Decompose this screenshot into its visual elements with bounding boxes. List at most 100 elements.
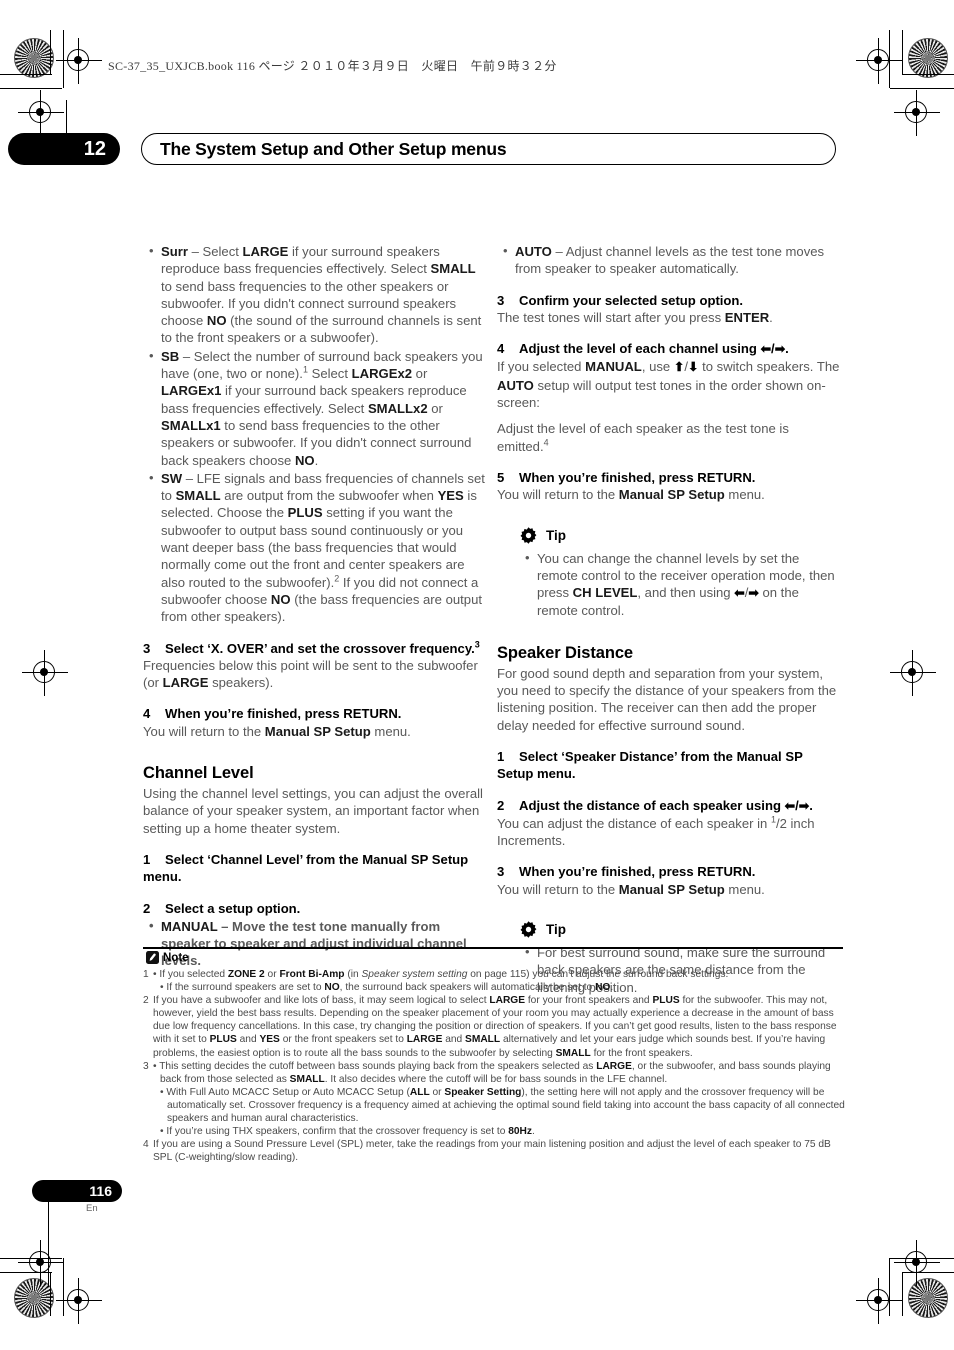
note-text: • This setting decides the cutoff betwee… bbox=[153, 1060, 845, 1139]
left-column: Surr – Select LARGE if your surround spe… bbox=[143, 242, 488, 971]
step-title: Confirm your selected setup option. bbox=[519, 292, 744, 308]
note-text: If you are using a Sound Pressure Level … bbox=[153, 1139, 831, 1164]
registration-cross-top-right bbox=[856, 38, 902, 84]
step-title: Select ‘Speaker Distance’ from the Manua… bbox=[497, 748, 803, 782]
step-body: You will return to the Manual SP Setup m… bbox=[143, 723, 411, 739]
step-4-return: 4 When you’re finished, press RETURN. You… bbox=[143, 705, 488, 740]
page-title: The System Setup and Other Setup menus bbox=[141, 133, 836, 165]
tip-bullet: You can change the channel levels by set… bbox=[519, 549, 842, 620]
note-item: 1 • If you selected ZONE 2 or Front Bi-A… bbox=[143, 968, 845, 994]
bullet-manual: MANUAL – Move the test tone manually fro… bbox=[143, 917, 488, 970]
note-index: 1 bbox=[143, 969, 149, 980]
registration-cross-left-upper bbox=[18, 90, 64, 136]
trim-line bbox=[889, 1258, 891, 1316]
note-item: 3 • This setting decides the cutoff betw… bbox=[143, 1060, 845, 1139]
note-item: 4 If you are using a Sound Pressure Leve… bbox=[143, 1138, 845, 1164]
step-body: The test tones will start after you pres… bbox=[497, 309, 773, 325]
step-title: When you’re finished, press RETURN. bbox=[519, 469, 756, 485]
step-body: Frequencies below this point will be sen… bbox=[143, 657, 478, 691]
section-intro-channel-level: Using the channel level settings, you ca… bbox=[143, 786, 483, 836]
note-heading: Note bbox=[146, 951, 189, 964]
step-2-select-setup-option: 2 Select a setup option. MANUAL – Move th… bbox=[143, 900, 488, 970]
trim-line bbox=[902, 1272, 954, 1274]
note-line: • This setting decides the cutoff betwee… bbox=[153, 1060, 831, 1085]
note-index: 3 bbox=[143, 1060, 149, 1072]
note-line: • With Full Auto MCACC Setup or Auto MCA… bbox=[160, 1086, 845, 1125]
step-5-return: 5 When you’re finished, press RETURN. You… bbox=[497, 469, 842, 504]
note-item: 2 If you have a subwoofer and like lots … bbox=[143, 994, 845, 1059]
bullet-auto: AUTO – Adjust channel levels as the test… bbox=[497, 242, 842, 278]
step-3-crossover: 3 Select ‘X. OVER’ and set the crossover … bbox=[143, 640, 488, 692]
gear-icon bbox=[519, 526, 538, 545]
tip-heading-channel-level: Tip bbox=[519, 526, 842, 545]
bullet-sb: SB – Select the number of surround back … bbox=[143, 347, 488, 469]
note-line: • If you selected ZONE 2 or Front Bi-Amp… bbox=[153, 969, 729, 980]
trim-line bbox=[0, 1258, 62, 1260]
registration-disc-top-left bbox=[14, 38, 54, 78]
step-number: 1 bbox=[497, 748, 505, 764]
step-body-secondary: Adjust the level of each speaker as the … bbox=[497, 421, 789, 454]
tip-list-channel-level: You can change the channel levels by set… bbox=[519, 549, 842, 620]
step-number: 5 bbox=[497, 469, 505, 485]
note-icon bbox=[146, 951, 159, 964]
section-heading-channel-level: Channel Level bbox=[143, 764, 254, 783]
page-number-badge: 116 bbox=[32, 1180, 122, 1202]
registration-cross-right-middle bbox=[890, 650, 936, 696]
registration-cross-right-upper bbox=[894, 90, 940, 136]
step-number: 3 bbox=[143, 640, 151, 656]
registration-cross-bottom-right bbox=[856, 1278, 902, 1324]
page-badge-leader-line bbox=[48, 1202, 50, 1287]
trim-line bbox=[50, 1272, 52, 1316]
note-index: 2 bbox=[143, 995, 149, 1007]
page-language-label: En bbox=[86, 1203, 98, 1214]
trim-line bbox=[63, 1258, 65, 1316]
step-number: 4 bbox=[143, 706, 151, 722]
note-text: If you have a subwoofer and like lots of… bbox=[153, 995, 837, 1059]
step-body: You can adjust the distance of each spea… bbox=[497, 814, 815, 849]
step-title: When you’re finished, press RETURN. bbox=[165, 706, 402, 722]
tip-label: Tip bbox=[546, 922, 566, 938]
step-3-return-distance: 3 When you’re finished, press RETURN. You… bbox=[497, 863, 842, 898]
note-text: • If you selected ZONE 2 or Front Bi-Amp… bbox=[153, 968, 845, 994]
speaker-setting-bullet-list: Surr – Select LARGE if your surround spe… bbox=[143, 242, 488, 626]
registration-disc-top-right bbox=[908, 38, 948, 78]
right-column: AUTO – Adjust channel levels as the test… bbox=[497, 242, 842, 997]
chapter-badge-leader-line bbox=[66, 100, 68, 133]
step-4-adjust-level: 4 Adjust the level of each channel using … bbox=[497, 340, 842, 455]
trim-line bbox=[889, 30, 891, 88]
step-title: Select ‘X. OVER’ and set the crossover f… bbox=[165, 639, 480, 656]
step-1-select-channel-level: 1 Select ‘Channel Level’ from the Manual … bbox=[143, 851, 488, 886]
step-number: 3 bbox=[497, 292, 505, 308]
step-number: 2 bbox=[497, 797, 505, 813]
trim-line bbox=[0, 88, 62, 90]
note-line: • If you’re using THX speakers, confirm … bbox=[160, 1126, 535, 1138]
step-title: When you’re finished, press RETURN. bbox=[519, 864, 756, 880]
step-body: You will return to the Manual SP Setup m… bbox=[497, 881, 765, 897]
bullet-sw: SW – LFE signals and bass frequencies of… bbox=[143, 469, 488, 626]
tip-heading-speaker-distance: Tip bbox=[519, 920, 842, 939]
trim-line bbox=[890, 1258, 954, 1260]
trim-line bbox=[63, 30, 65, 88]
step-title: Adjust the level of each channel using ⬅… bbox=[519, 341, 789, 357]
step-number: 1 bbox=[143, 851, 151, 867]
step-title: Select ‘Channel Level’ from the Manual S… bbox=[143, 851, 469, 885]
book-file-header: SC-37_35_UXJCB.book 116 ページ ２０１０年３月９日 火曜… bbox=[108, 59, 557, 73]
registration-cross-left-middle bbox=[22, 650, 68, 696]
step-title: Select a setup option. bbox=[165, 900, 301, 916]
setup-option-list-auto: AUTO – Adjust channel levels as the test… bbox=[497, 242, 842, 278]
trim-line bbox=[902, 30, 904, 74]
bullet-surr: Surr – Select LARGE if your surround spe… bbox=[143, 242, 488, 347]
trim-line bbox=[890, 88, 954, 90]
section-intro-speaker-distance: For good sound depth and separation from… bbox=[497, 665, 837, 733]
note-divider bbox=[143, 947, 843, 949]
trim-line bbox=[902, 1272, 904, 1316]
step-body: If you selected MANUAL, use ⬆/⬇ to switc… bbox=[497, 359, 840, 411]
step-2-adjust-distance: 2 Adjust the distance of each speaker usi… bbox=[497, 797, 842, 850]
step-3-confirm-option: 3 Confirm your selected setup option. The… bbox=[497, 292, 842, 327]
chapter-number-badge: 12 bbox=[8, 133, 120, 165]
trim-line bbox=[0, 1272, 52, 1274]
note-list: 1 • If you selected ZONE 2 or Front Bi-A… bbox=[143, 968, 845, 1164]
trim-line bbox=[0, 74, 52, 76]
note-index: 4 bbox=[143, 1139, 149, 1151]
step-number: 2 bbox=[143, 900, 151, 916]
